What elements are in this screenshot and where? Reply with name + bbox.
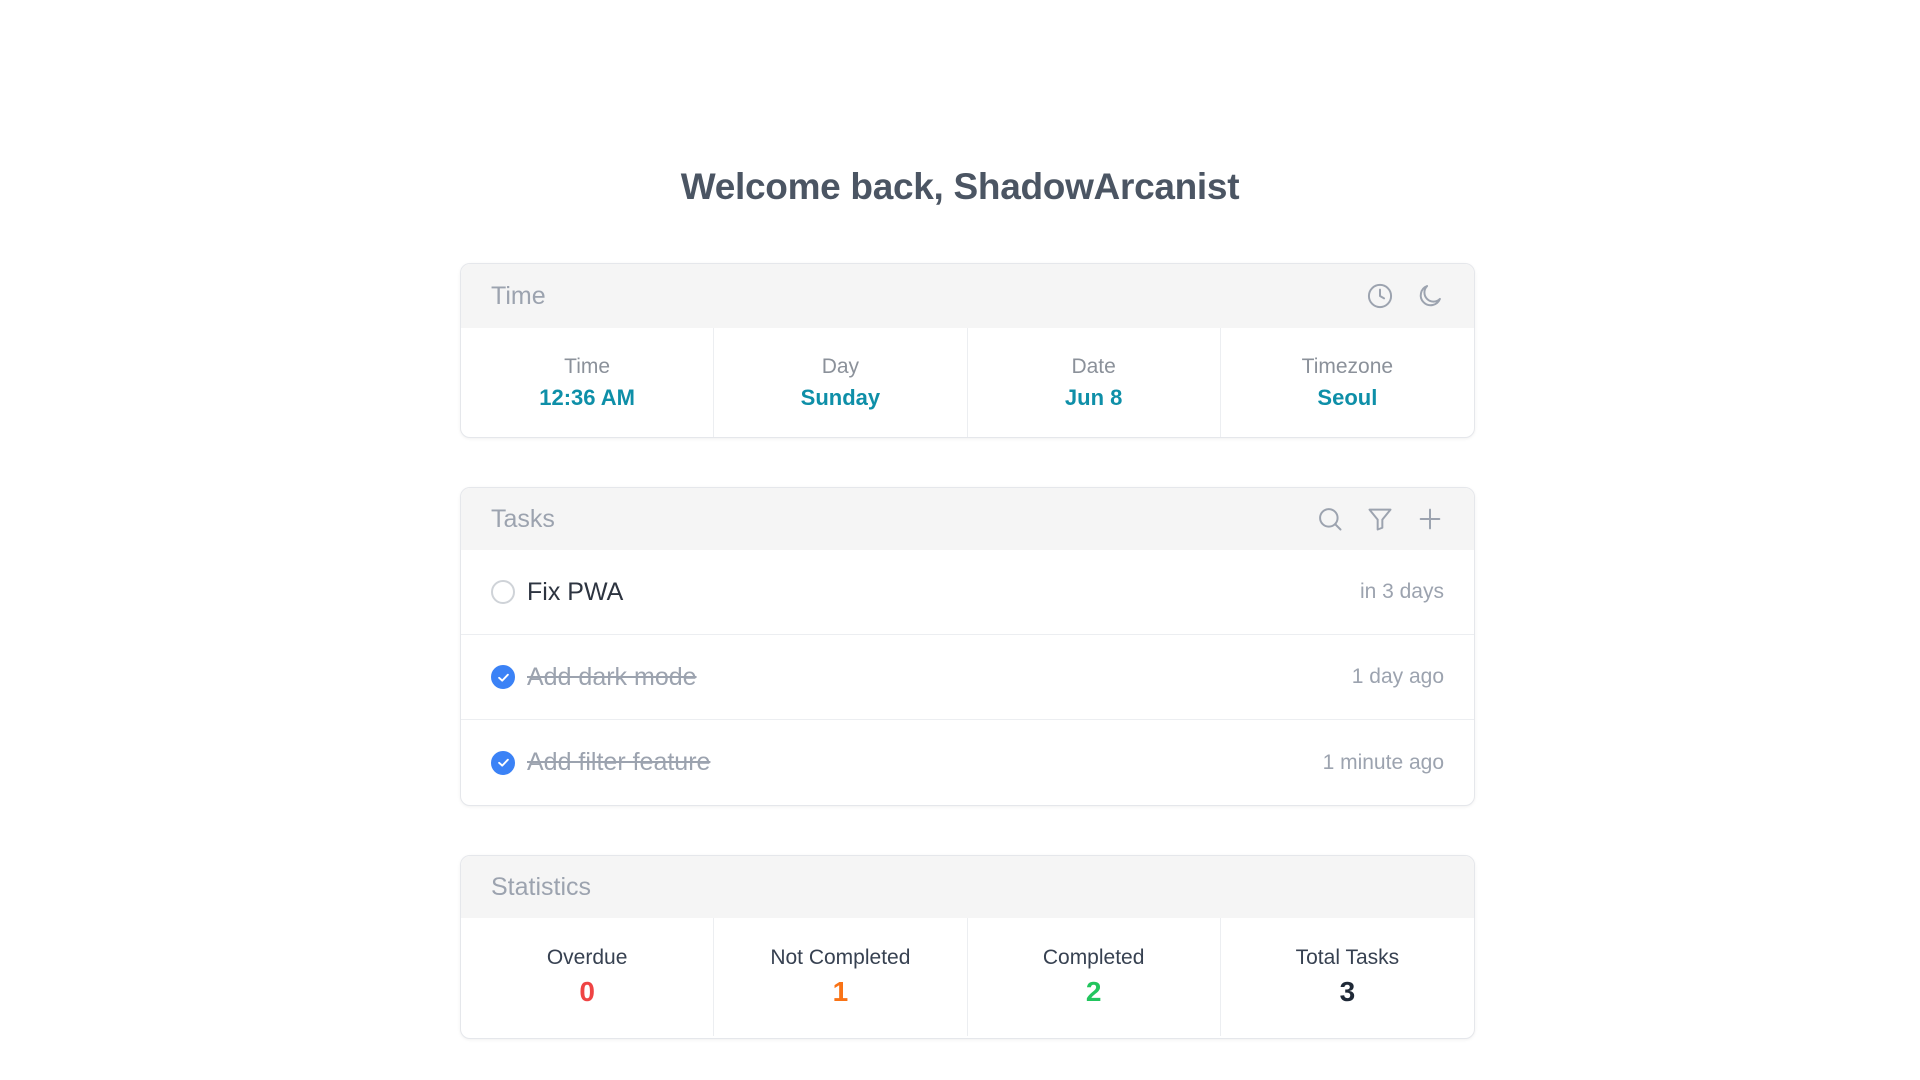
task-row[interactable]: Fix PWA in 3 days xyxy=(461,550,1474,635)
stat-label: Total Tasks xyxy=(1295,946,1400,969)
day-label: Day xyxy=(821,354,860,378)
stat-not-completed: Not Completed 1 xyxy=(714,918,968,1036)
task-name: Add filter feature xyxy=(527,748,711,776)
date-value: Jun 8 xyxy=(1064,384,1123,410)
tasks-card: Tasks Fix PWA in 3 days Add dark mode 1 … xyxy=(460,487,1475,806)
filter-icon[interactable] xyxy=(1366,505,1394,533)
time-info-grid: Time 12:36 AM Day Sunday Date Jun 8 Time… xyxy=(461,328,1474,437)
time-card: Time Time 12:36 AM Day Sunday Date Jun 8… xyxy=(460,263,1475,438)
stat-value: 2 xyxy=(1085,976,1102,1007)
time-cell: Time 12:36 AM xyxy=(461,328,715,437)
stat-label: Overdue xyxy=(546,946,628,969)
task-checkbox[interactable] xyxy=(491,580,515,604)
stat-label: Not Completed xyxy=(770,946,911,969)
time-card-title: Time xyxy=(491,281,546,310)
stat-label: Completed xyxy=(1042,946,1145,969)
task-name: Add dark mode xyxy=(527,662,697,691)
stat-value: 1 xyxy=(832,976,849,1007)
task-name: Fix PWA xyxy=(527,577,624,606)
task-main: Add filter feature xyxy=(491,748,710,777)
statistics-card: Statistics Overdue 0 Not Completed 1 Com… xyxy=(460,855,1475,1039)
task-row[interactable]: Add dark mode 1 day ago xyxy=(461,635,1474,720)
timezone-cell: Timezone Seoul xyxy=(1221,328,1474,437)
day-value: Sunday xyxy=(800,384,881,410)
clock-icon[interactable] xyxy=(1366,282,1394,310)
tasks-card-actions xyxy=(1316,505,1444,533)
task-main: Fix PWA xyxy=(491,578,623,607)
statistics-card-title: Statistics xyxy=(491,872,592,901)
stat-value: 3 xyxy=(1339,976,1356,1007)
task-list: Fix PWA in 3 days Add dark mode 1 day ag… xyxy=(461,550,1474,805)
day-cell: Day Sunday xyxy=(714,328,968,437)
check-icon xyxy=(497,673,509,682)
date-label: Date xyxy=(1071,354,1116,378)
check-icon xyxy=(497,758,509,767)
task-due-time: in 3 days xyxy=(1359,580,1444,603)
time-value: 12:36 AM xyxy=(539,384,636,410)
statistics-card-header: Statistics xyxy=(461,856,1474,918)
time-label: Time xyxy=(564,354,611,378)
time-card-header: Time xyxy=(461,264,1474,328)
welcome-heading: Welcome back, ShadowArcanist xyxy=(680,166,1240,207)
timezone-value: Seoul xyxy=(1317,384,1378,410)
task-checkbox-checked[interactable] xyxy=(491,665,515,689)
date-cell: Date Jun 8 xyxy=(968,328,1221,437)
stat-total-tasks: Total Tasks 3 xyxy=(1221,918,1474,1036)
stat-overdue: Overdue 0 xyxy=(461,918,715,1036)
moon-icon[interactable] xyxy=(1416,282,1444,310)
plus-icon[interactable] xyxy=(1416,505,1444,533)
task-checkbox-checked[interactable] xyxy=(491,750,515,775)
tasks-card-title: Tasks xyxy=(491,504,555,533)
task-row[interactable]: Add filter feature 1 minute ago xyxy=(461,720,1474,805)
statistics-grid: Overdue 0 Not Completed 1 Completed 2 To… xyxy=(461,918,1474,1036)
dashboard-page: Welcome back, ShadowArcanist Time Time 1… xyxy=(0,0,1920,1080)
tasks-card-header: Tasks xyxy=(461,488,1474,550)
search-icon[interactable] xyxy=(1316,505,1344,533)
task-due-time: 1 minute ago xyxy=(1322,750,1444,774)
stat-value: 0 xyxy=(579,976,595,1007)
time-card-actions xyxy=(1366,282,1444,310)
stat-completed: Completed 2 xyxy=(968,918,1221,1036)
task-main: Add dark mode xyxy=(491,663,697,692)
task-due-time: 1 day ago xyxy=(1351,665,1444,688)
timezone-label: Timezone xyxy=(1301,354,1394,378)
